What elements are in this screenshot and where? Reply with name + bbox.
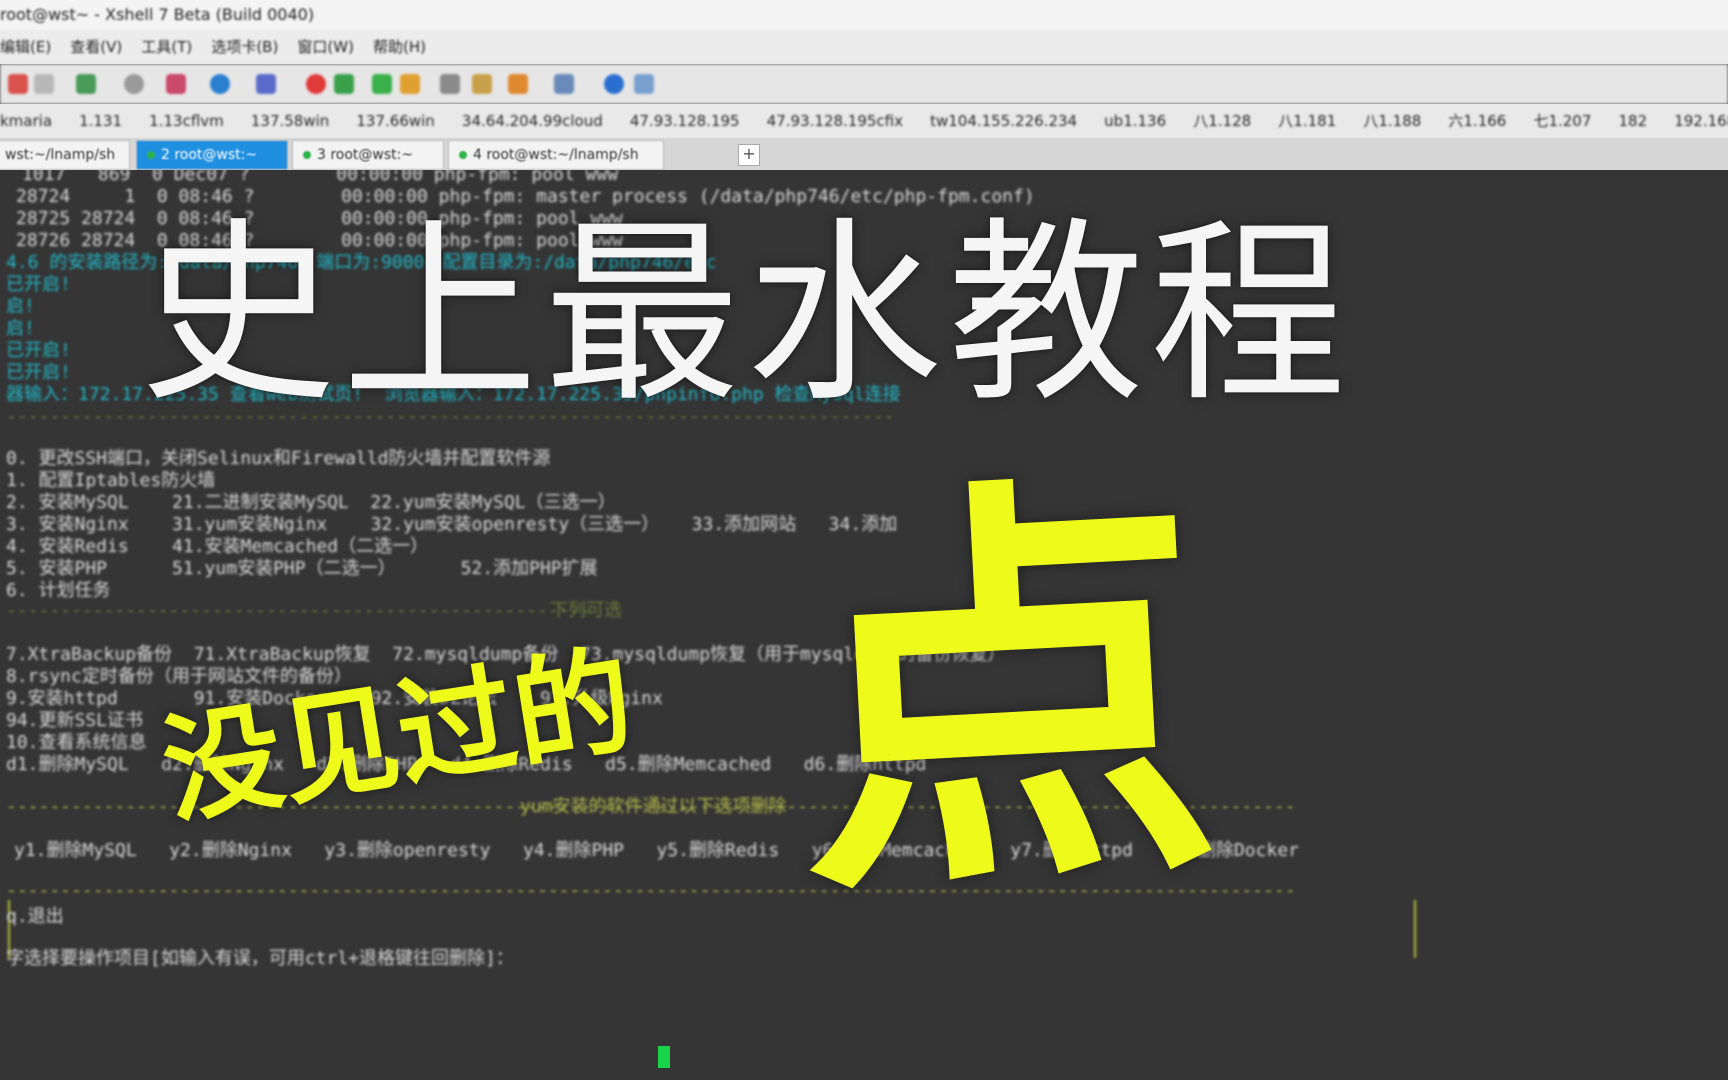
- terminal-line: 4. 安装Redis 41.安装Memcached（二选一）: [6, 536, 429, 557]
- terminal-line: 器输入：172.17.225.35 查看web测试页! 浏览器输入：172.17…: [6, 384, 901, 405]
- menu-tools[interactable]: 工具(T): [141, 30, 192, 64]
- menu-window[interactable]: 窗口(W): [297, 30, 354, 64]
- link-item[interactable]: 47.93.128.195: [630, 104, 740, 138]
- links-bar: kmaria 1.131 1.13cflvm 137.58win 137.66w…: [0, 104, 1728, 138]
- tab-session-1[interactable]: wst:~/lnamp/sh: [0, 140, 130, 170]
- status-dot-icon: [459, 151, 467, 159]
- link-item[interactable]: 1.131: [79, 104, 122, 138]
- terminal-divider-label: 下列可选: [550, 600, 622, 621]
- status-dot-icon: [147, 151, 155, 159]
- terminal-line: 28726 28724 0 08:46 ? 00:00:00 php-fpm: …: [16, 230, 623, 251]
- add-tab-button[interactable]: +: [738, 144, 760, 166]
- terminal-line: 94.更新SSL证书: [6, 710, 144, 731]
- disconnect-icon[interactable]: [34, 74, 54, 94]
- folder-icon[interactable]: [508, 74, 528, 94]
- keyboard-icon[interactable]: [440, 74, 460, 94]
- link-item[interactable]: 六1.166: [1448, 104, 1506, 138]
- chat-icon[interactable]: [634, 74, 654, 94]
- tab-label: wst:~/lnamp/sh: [5, 147, 116, 163]
- terminal-line: 6. 计划任务: [6, 580, 111, 601]
- terminal-line: 28724 1 0 08:46 ? 00:00:00 php-fpm: mast…: [16, 186, 1035, 207]
- tab-label: 2 root@wst:~: [161, 147, 258, 163]
- session-tab-bar: wst:~/lnamp/sh 2 root@wst:~ 3 root@wst:~…: [0, 138, 1728, 170]
- menu-edit[interactable]: 编辑(E): [0, 30, 51, 64]
- menu-view[interactable]: 查看(V): [70, 30, 122, 64]
- window-titlebar: root@wst~ - Xshell 7 Beta (Build 0040): [0, 0, 1728, 30]
- terminal-line: 已开启!: [6, 362, 71, 383]
- terminal-divider: ----------------------------------------…: [6, 600, 592, 621]
- terminal-line: 3. 安装Nginx 31.yum安装Nginx 32.yum安装openres…: [6, 514, 898, 535]
- search-icon[interactable]: [124, 74, 144, 94]
- terminal-line: y1.删除MySQL y2.删除Nginx y3.删除openresty y4.…: [14, 840, 1299, 861]
- terminal-line: 7.XtraBackup备份 71.XtraBackup恢复 72.mysqld…: [6, 644, 1006, 665]
- layout-icon[interactable]: [554, 74, 574, 94]
- terminal-pane[interactable]: 1017 869 0 Dec07 ? 00:00:00 php-fpm: poo…: [0, 170, 1728, 1080]
- window-title: root@wst~ - Xshell 7 Beta (Build 0040): [0, 5, 315, 24]
- terminal-line: 已开启!: [6, 340, 71, 361]
- link-item[interactable]: kmaria: [0, 104, 52, 138]
- transfer-icon[interactable]: [256, 74, 276, 94]
- tab-session-2[interactable]: 2 root@wst:~: [136, 140, 288, 170]
- color-scheme-icon[interactable]: [166, 74, 186, 94]
- globe-icon[interactable]: [210, 74, 230, 94]
- status-dot-icon: [303, 151, 311, 159]
- link-item[interactable]: 七1.207: [1533, 104, 1591, 138]
- menu-bar: 编辑(E) 查看(V) 工具(T) 选项卡(B) 窗口(W) 帮助(H): [0, 30, 1728, 64]
- help-icon[interactable]: [604, 74, 624, 94]
- link-item[interactable]: 137.66win: [356, 104, 434, 138]
- tab-label: 3 root@wst:~: [317, 147, 414, 163]
- terminal-divider: ----------------------------------------…: [6, 406, 895, 427]
- terminal-line: 5. 安装PHP 51.yum安装PHP（二选一） 52.添加PHP扩展: [6, 558, 598, 579]
- xftp-icon[interactable]: [334, 74, 354, 94]
- script-icon[interactable]: [472, 74, 492, 94]
- terminal-line: 0. 更改SSH端口，关闭Selinux和Firewalld防火墙并配置软件源: [6, 448, 551, 469]
- terminal-line: 10.查看系统信息: [6, 732, 147, 753]
- link-item[interactable]: 1.13cflvm: [149, 104, 224, 138]
- terminal-line: 已开启!: [6, 274, 71, 295]
- tab-label: 4 root@wst:~/lnamp/sh: [473, 147, 639, 163]
- terminal-line: 4.6 的安装路径为:/data/php746，端口为:9000，配置目录为:/…: [6, 252, 717, 273]
- link-item[interactable]: 137.58win: [251, 104, 329, 138]
- terminal-line: q.退出: [6, 906, 64, 927]
- menu-help[interactable]: 帮助(H): [373, 30, 426, 64]
- terminal-line: 1. 配置Iptables防火墙: [6, 470, 216, 491]
- toolbar: [0, 64, 1728, 104]
- terminal-line: 2. 安装MySQL 21.二进制安装MySQL 22.yum安装MySQL（三…: [6, 492, 616, 513]
- fullscreen-icon[interactable]: [372, 74, 392, 94]
- terminal-line: 启!: [6, 296, 35, 317]
- record-icon[interactable]: [306, 74, 326, 94]
- terminal-line: 8.rsync定时备份（用于网站文件的备份）: [6, 666, 352, 687]
- terminal-line: 9.安装httpd 91.安装Docker 92.安装DZ论坛 93.升级Ngi…: [6, 688, 663, 709]
- link-item[interactable]: ub1.136: [1104, 104, 1166, 138]
- menu-tabs[interactable]: 选项卡(B): [211, 30, 278, 64]
- link-item[interactable]: 182: [1618, 104, 1647, 138]
- link-item[interactable]: 八1.128: [1193, 104, 1251, 138]
- terminal-line: 启!: [6, 318, 35, 339]
- link-item[interactable]: 34.64.204.99cloud: [462, 104, 603, 138]
- terminal-content: 1017 869 0 Dec07 ? 00:00:00 php-fpm: poo…: [0, 170, 1728, 1080]
- terminal-line: d1.删除MySQL d2.删除Nginx d3.删除PHP d4.删除Redi…: [6, 754, 927, 775]
- tab-session-4[interactable]: 4 root@wst:~/lnamp/sh: [448, 140, 664, 170]
- terminal-cursor: [658, 1046, 670, 1068]
- new-session-icon[interactable]: [8, 74, 28, 94]
- settings-icon[interactable]: [76, 74, 96, 94]
- terminal-prompt: 字选择要操作项目[如输入有误，可用ctrl+退格键往回删除]：: [6, 948, 514, 969]
- terminal-divider-label: yum安装的软件通过以下选项删除: [520, 796, 787, 817]
- link-item[interactable]: 47.93.128.195cfix: [767, 104, 903, 138]
- terminal-line: 28725 28724 0 08:46 ? 00:00:00 php-fpm: …: [16, 208, 623, 229]
- link-item[interactable]: 八1.188: [1363, 104, 1421, 138]
- link-item[interactable]: 192.168.1.129: [1674, 104, 1728, 138]
- tab-session-3[interactable]: 3 root@wst:~: [292, 140, 444, 170]
- link-item[interactable]: tw104.155.226.234: [930, 104, 1077, 138]
- link-item[interactable]: 八1.181: [1278, 104, 1336, 138]
- terminal-divider: ----------------------------------------…: [6, 880, 1296, 901]
- lock-icon[interactable]: [400, 74, 420, 94]
- terminal-line: 1017 869 0 Dec07 ? 00:00:00 php-fpm: poo…: [22, 170, 619, 185]
